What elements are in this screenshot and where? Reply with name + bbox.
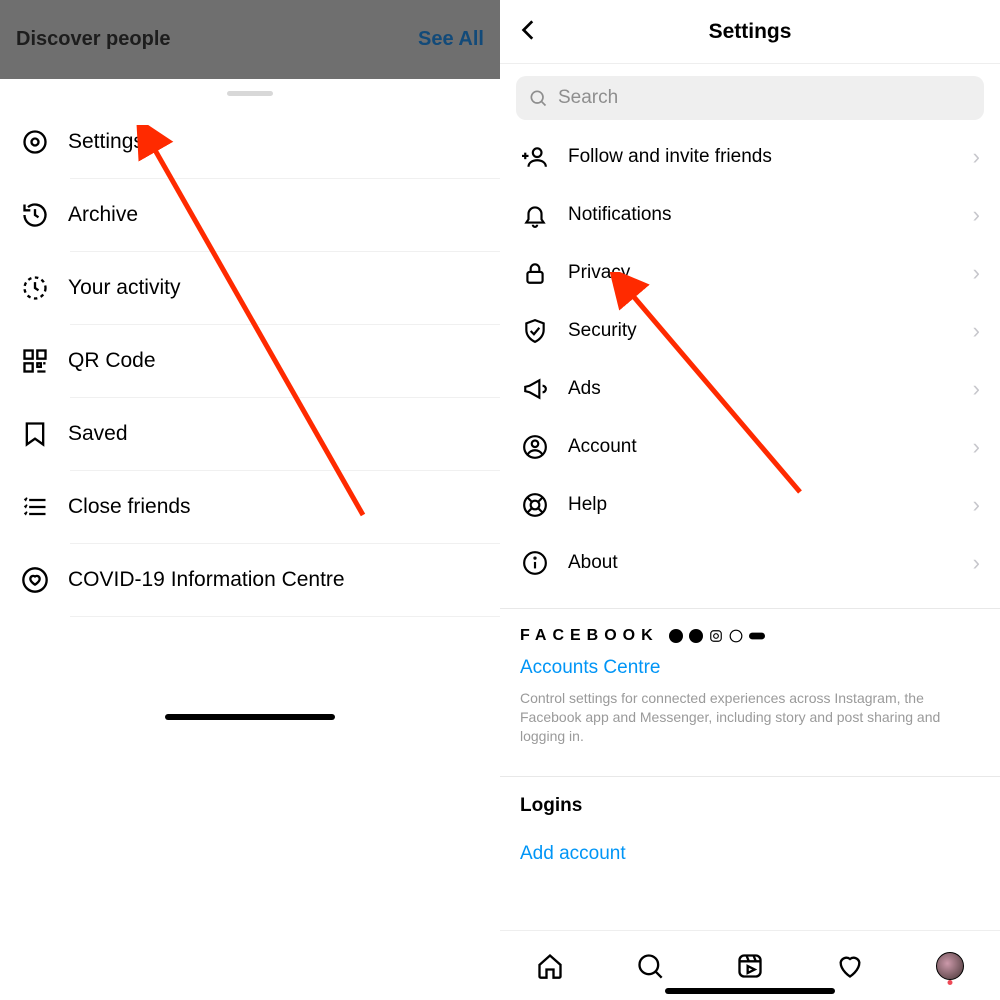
chevron-right-icon: › [973,492,980,518]
archive-icon [20,200,50,230]
menu-item-settings[interactable]: Settings [0,106,500,178]
close-friends-icon [20,492,50,522]
chevron-right-icon: › [973,376,980,402]
info-icon [520,548,550,578]
settings-item-notifications[interactable]: Notifications › [500,186,1000,244]
help-icon [520,490,550,520]
chevron-right-icon: › [973,550,980,576]
menu-label: Your activity [68,276,480,300]
menu-label: Settings [68,130,480,154]
left-screen: Discover people See All Settings Archive… [0,0,500,1000]
back-button[interactable] [516,17,546,47]
facebook-icon [669,629,683,643]
chevron-right-icon: › [973,434,980,460]
menu-label: Archive [68,203,480,227]
add-friends-icon [520,142,550,172]
activity-icon [20,273,50,303]
settings-item-ads[interactable]: Ads › [500,360,1000,418]
settings-label: Security [568,320,955,342]
qr-icon [20,346,50,376]
facebook-logotype: FACEBOOK [500,609,1000,653]
nav-activity[interactable] [836,952,864,980]
nav-search[interactable] [636,952,664,980]
messenger-icon [689,629,703,643]
account-icon [520,432,550,462]
sheet-grabber[interactable] [227,91,273,96]
shield-icon [520,316,550,346]
megaphone-icon [520,374,550,404]
settings-item-about[interactable]: About › [500,534,1000,592]
chevron-right-icon: › [973,202,980,228]
instagram-icon [709,629,723,643]
settings-item-privacy[interactable]: Privacy › [500,244,1000,302]
bell-icon [520,200,550,230]
search-input[interactable]: Search [516,76,984,120]
menu-label: COVID-19 Information Centre [68,568,480,592]
nav-home[interactable] [536,952,564,980]
settings-label: Privacy [568,262,955,284]
menu-item-saved[interactable]: Saved [0,398,500,470]
bottom-sheet: Settings Archive Your activity QR Code [0,79,500,1000]
menu-label: QR Code [68,349,480,373]
right-screen: Settings Search Follow and invite friend… [500,0,1000,1000]
menu-label: Close friends [68,495,480,519]
menu-item-archive[interactable]: Archive [0,179,500,251]
search-placeholder: Search [558,87,618,109]
settings-item-help[interactable]: Help › [500,476,1000,534]
chevron-right-icon: › [973,260,980,286]
settings-header: Settings [500,0,1000,64]
discover-banner: Discover people See All [0,0,500,79]
settings-label: Help [568,494,955,516]
accounts-centre-link[interactable]: Accounts Centre [500,653,1000,689]
heart-circle-icon [20,565,50,595]
settings-item-account[interactable]: Account › [500,418,1000,476]
settings-label: Notifications [568,204,955,226]
chevron-right-icon: › [973,318,980,344]
nav-reels[interactable] [736,952,764,980]
settings-label: Ads [568,378,955,400]
oculus-icon [749,629,765,643]
lock-icon [520,258,550,288]
add-account-link[interactable]: Add account [500,825,1000,875]
settings-label: About [568,552,955,574]
menu-item-covid[interactable]: COVID-19 Information Centre [0,544,500,616]
discover-title: Discover people [16,28,171,51]
gear-icon [20,127,50,157]
see-all-link[interactable]: See All [418,28,484,51]
settings-label: Account [568,436,955,458]
bookmark-icon [20,419,50,449]
home-indicator[interactable] [665,988,835,994]
page-title: Settings [546,20,954,44]
settings-label: Follow and invite friends [568,146,955,168]
menu-item-qr[interactable]: QR Code [0,325,500,397]
settings-item-security[interactable]: Security › [500,302,1000,360]
facebook-product-icons [669,629,765,643]
menu-item-close-friends[interactable]: Close friends [0,471,500,543]
settings-item-follow[interactable]: Follow and invite friends › [500,128,1000,186]
logins-title: Logins [500,777,1000,825]
accounts-centre-desc: Control settings for connected experienc… [500,689,1000,760]
menu-label: Saved [68,422,480,446]
menu-item-activity[interactable]: Your activity [0,252,500,324]
chevron-right-icon: › [973,144,980,170]
nav-profile[interactable] [936,952,964,980]
facebook-text: FACEBOOK [520,627,659,645]
search-icon [528,88,548,108]
home-indicator[interactable] [165,714,335,720]
whatsapp-icon [729,629,743,643]
